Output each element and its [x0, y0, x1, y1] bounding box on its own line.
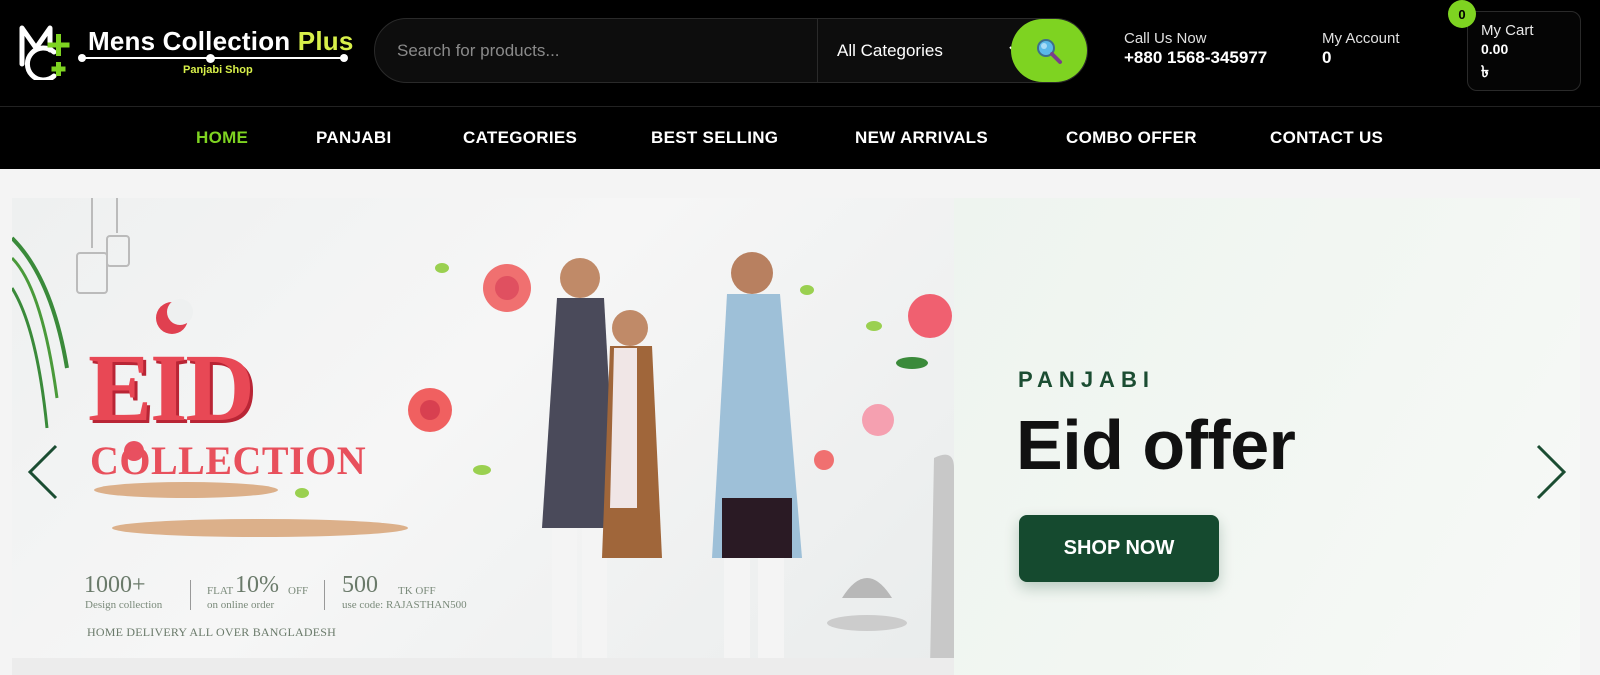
nav-new-arrivals[interactable]: NEW ARRIVALS — [855, 128, 988, 148]
stat-designs-num: 1000+ — [84, 572, 146, 598]
stat-separator — [190, 580, 191, 610]
top-header: Mens Collection Plus Panjabi Shop All Ca… — [0, 0, 1600, 107]
slide-title: Eid offer — [1016, 406, 1296, 484]
brand-name: Mens Collection Plus — [88, 26, 354, 56]
nav-contact-us[interactable]: CONTACT US — [1270, 128, 1383, 148]
stat-flat-pre: FLAT — [207, 585, 234, 597]
nav-home[interactable]: HOME — [196, 128, 248, 148]
cart-amount: 0.00 — [1481, 41, 1509, 57]
search-input[interactable] — [397, 19, 797, 82]
nav-categories[interactable]: CATEGORIES — [463, 128, 577, 148]
call-number: +880 1568-345977 — [1124, 48, 1268, 67]
logo-mark-icon — [19, 25, 70, 80]
my-account[interactable]: My Account 0 — [1322, 30, 1400, 68]
account-count: 0 — [1322, 48, 1332, 67]
cart-count-badge: 0 — [1448, 0, 1476, 28]
call-us[interactable]: Call Us Now +880 1568-345977 — [1124, 30, 1267, 68]
stat-flat-post: OFF — [288, 585, 309, 597]
search-bar: All Categories — [374, 18, 1088, 83]
stat-tk-num: 500 — [342, 572, 378, 598]
cart-button[interactable]: My Cart 0.00 ৳ — [1467, 11, 1581, 91]
logo-dot — [206, 54, 215, 63]
category-select[interactable]: All Categories — [837, 19, 1027, 82]
category-select-value: All Categories — [837, 40, 943, 60]
brand-logo[interactable]: Mens Collection Plus Panjabi Shop — [18, 20, 353, 82]
stat-tk-sub: use code: RAJASTHAN500 — [342, 599, 467, 611]
banner-collection-text: COLLECTION — [90, 438, 367, 483]
stat-designs-sub: Design collection — [85, 599, 163, 611]
search-button[interactable] — [1011, 19, 1087, 82]
main-nav: HOME PANJABI CATEGORIES BEST SELLING NEW… — [0, 107, 1600, 169]
shop-now-button[interactable]: SHOP NOW — [1019, 515, 1219, 582]
stat-separator — [324, 580, 325, 610]
cart-label: My Cart — [1481, 22, 1534, 39]
nav-panjabi[interactable]: PANJABI — [316, 128, 391, 148]
account-label: My Account — [1322, 30, 1400, 47]
nav-best-selling[interactable]: BEST SELLING — [651, 128, 778, 148]
magnifier-icon — [1037, 38, 1062, 64]
stat-flat-num: 10% — [235, 572, 279, 598]
nav-combo-offer[interactable]: COMBO OFFER — [1066, 128, 1197, 148]
call-label: Call Us Now — [1124, 30, 1207, 47]
cart-currency: ৳ — [1481, 64, 1489, 81]
stat-flat-sub: on online order — [207, 599, 275, 611]
slide-tag: PANJABI — [1018, 367, 1155, 392]
brand-name-accent: Plus — [297, 26, 354, 56]
delivery-note: HOME DELIVERY ALL OVER BANGLADESH — [87, 625, 337, 639]
chevron-right-icon[interactable] — [1530, 442, 1570, 502]
stat-tk-post: TK OFF — [398, 585, 436, 597]
brand-tagline: Panjabi Shop — [183, 64, 253, 76]
chevron-left-icon[interactable] — [24, 442, 64, 502]
banner-eid-text: EID — [88, 334, 255, 441]
search-divider — [817, 19, 818, 82]
